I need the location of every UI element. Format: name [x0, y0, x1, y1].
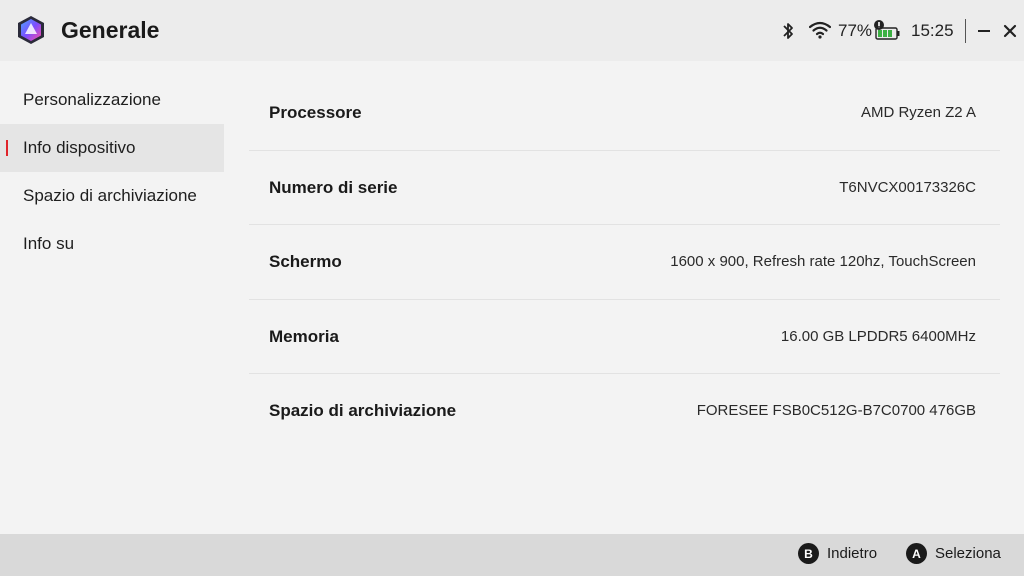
sidebar-item-label: Info su [23, 234, 75, 253]
info-row-memoria: Memoria 16.00 GB LPDDR5 6400MHz [249, 300, 1000, 374]
sidebar-item-label: Spazio di archiviazione [23, 186, 197, 205]
select-button[interactable]: A Seleziona [906, 543, 1001, 564]
sidebar-item-spazio-archiviazione[interactable]: Spazio di archiviazione [0, 172, 224, 220]
sidebar-item-label: Info dispositivo [23, 138, 136, 157]
app-logo-icon [18, 16, 44, 44]
info-value: T6NVCX00173326C [839, 178, 976, 196]
info-value: FORESEE FSB0C512G-B7C0700 476GB [696, 402, 976, 419]
info-row-spazio-archiviazione: Spazio di archiviazione FORESEE FSB0C512… [249, 374, 1000, 449]
page-title: Generale [61, 17, 160, 43]
info-value: 16.00 GB LPDDR5 6400MHz [780, 327, 976, 345]
info-row-schermo: Schermo 1600 x 900, Refresh rate 120hz, … [249, 225, 1000, 300]
bluetooth-icon[interactable] [781, 20, 795, 42]
minimize-icon[interactable] [976, 20, 992, 42]
close-icon[interactable] [1001, 20, 1019, 42]
info-label: Memoria [269, 326, 339, 346]
a-button-icon: A [906, 543, 927, 564]
battery-icon[interactable] [873, 19, 901, 41]
info-label: Schermo [269, 252, 342, 271]
device-info-list: Processore AMD Ryzen Z2 A Numero di seri… [249, 76, 1000, 449]
select-label: Seleziona [935, 545, 1001, 562]
sidebar: Personalizzazione Info dispositivo Spazi… [0, 76, 224, 268]
info-row-processore: Processore AMD Ryzen Z2 A [249, 76, 1000, 151]
info-value: AMD Ryzen Z2 A [860, 104, 976, 121]
info-label: Processore [269, 103, 362, 122]
title-bar: Generale 77% 15:25 [0, 0, 1024, 61]
app-window: Generale 77% 15:25 Personalizzazione Inf… [0, 0, 1024, 576]
info-label: Spazio di archiviazione [269, 401, 457, 420]
sidebar-item-info-dispositivo[interactable]: Info dispositivo [0, 124, 224, 172]
info-row-numero-serie: Numero di serie T6NVCX00173326C [249, 151, 1000, 225]
clock: 15:25 [911, 21, 954, 40]
title-bar-separator [965, 19, 966, 43]
sidebar-item-personalizzazione[interactable]: Personalizzazione [0, 76, 224, 124]
wifi-icon[interactable] [809, 21, 831, 39]
battery-percent: 77% [838, 21, 873, 40]
info-value: 1600 x 900, Refresh rate 120hz, TouchScr… [670, 253, 976, 270]
footer-hints: B Indietro A Seleziona [0, 534, 1024, 576]
b-button-icon: B [798, 543, 819, 564]
back-label: Indietro [827, 545, 878, 562]
back-button[interactable]: B Indietro [798, 543, 877, 564]
sidebar-item-info-su[interactable]: Info su [0, 220, 224, 268]
sidebar-item-label: Personalizzazione [23, 90, 161, 109]
info-label: Numero di serie [269, 177, 398, 197]
